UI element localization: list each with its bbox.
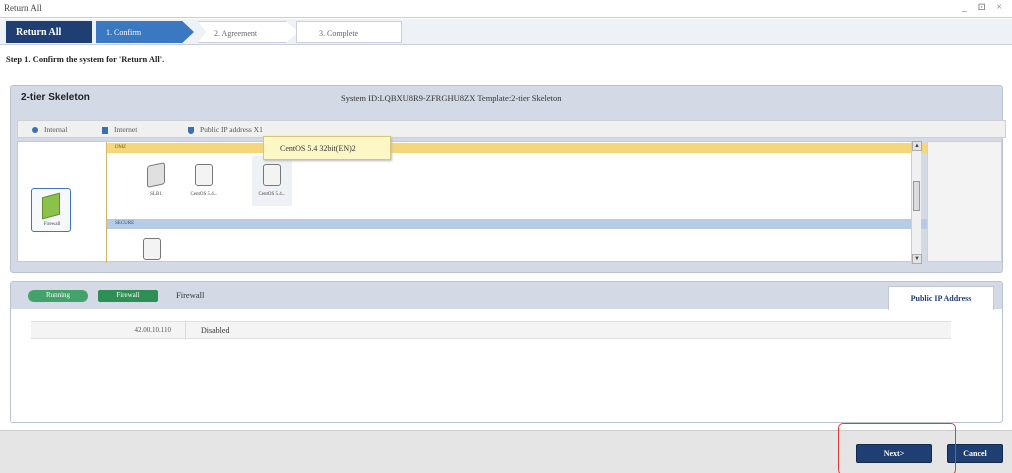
scroll-up-icon[interactable]: ▲ — [912, 141, 922, 151]
detail-panel: Running Firewall Firewall Public IP Addr… — [10, 281, 1003, 423]
legend-public-ip: Public IP address X1 — [188, 125, 263, 134]
node-label: CentOS 5.4... — [190, 192, 218, 197]
window-title: Return All — [4, 3, 42, 13]
scroll-thumb[interactable] — [913, 181, 920, 211]
load-balancer-icon — [147, 162, 165, 188]
wizard-title: Return All — [6, 21, 92, 43]
node-label: CentOS 5.4... — [258, 192, 286, 197]
segment-dmz[interactable]: DMZ — [107, 143, 927, 153]
system-info: System ID:LQBXU8R9-ZFRGHU8ZX Template:2-… — [341, 93, 562, 103]
node-tooltip: CentOS 5.4 32bit(EN)2 — [263, 136, 391, 160]
topology-side-pane — [927, 141, 1002, 262]
window-controls[interactable]: _ ⊡ × — [962, 2, 1006, 13]
ip-address-cell: 42.00.10.110 — [31, 322, 186, 340]
scroll-down-icon[interactable]: ▼ — [912, 254, 922, 264]
node-db-server[interactable] — [132, 230, 172, 262]
segment-secure[interactable]: SECURE — [107, 219, 927, 229]
topology-scrollbar[interactable]: ▲ ▼ — [911, 141, 922, 264]
firewall-icon — [42, 192, 60, 220]
table-row: 42.00.10.110 Disabled — [31, 321, 951, 340]
tab-public-ip-address[interactable]: Public IP Address — [888, 286, 994, 310]
system-header: 2-tier Skeleton System ID:LQBXU8R9-ZFRGH… — [11, 86, 1002, 110]
status-cell: Disabled — [201, 326, 230, 335]
server-icon — [195, 164, 213, 186]
step-confirm: 1. Confirm — [96, 21, 194, 43]
node-server-2[interactable]: CentOS 5.4... — [252, 156, 292, 206]
step-agreement: 2. Agreement — [198, 21, 298, 43]
wizard-bar: Return All 1. Confirm 2. Agreement 3. Co… — [0, 19, 1012, 45]
network-legend: Internal Internet Public IP address X1 — [17, 120, 1006, 138]
type-badge: Firewall — [98, 290, 158, 302]
public-ip-icon — [188, 126, 194, 134]
step-description: Step 1. Confirm the system for 'Return A… — [6, 54, 165, 64]
firewall-node[interactable]: Firewall — [31, 188, 71, 232]
system-panel: 2-tier Skeleton System ID:LQBXU8R9-ZFRGH… — [10, 85, 1006, 273]
system-name: 2-tier Skeleton — [21, 92, 90, 103]
node-slb1[interactable]: SLB1 — [136, 156, 176, 206]
server-icon — [143, 238, 161, 260]
internet-icon — [102, 126, 108, 134]
firewall-label: Firewall — [43, 222, 61, 227]
window-titlebar: Return All _ ⊡ × — [0, 0, 1012, 18]
step-complete: 3. Complete — [296, 21, 402, 43]
server-icon — [263, 164, 281, 186]
highlight-box — [838, 423, 956, 473]
internal-icon — [32, 127, 38, 134]
node-server-1[interactable]: CentOS 5.4... — [184, 156, 224, 206]
segment-connector — [106, 142, 107, 263]
legend-internet: Internet — [102, 125, 137, 134]
node-label: SLB1 — [150, 192, 162, 197]
detail-header: Running Firewall Firewall Public IP Addr… — [11, 282, 1002, 310]
detail-name: Firewall — [176, 290, 205, 300]
legend-internal: Internal — [32, 125, 67, 134]
status-badge: Running — [28, 290, 88, 302]
topology-canvas[interactable]: Firewall DMZ SLB1 CentOS 5.4... CentOS 5… — [17, 141, 927, 264]
